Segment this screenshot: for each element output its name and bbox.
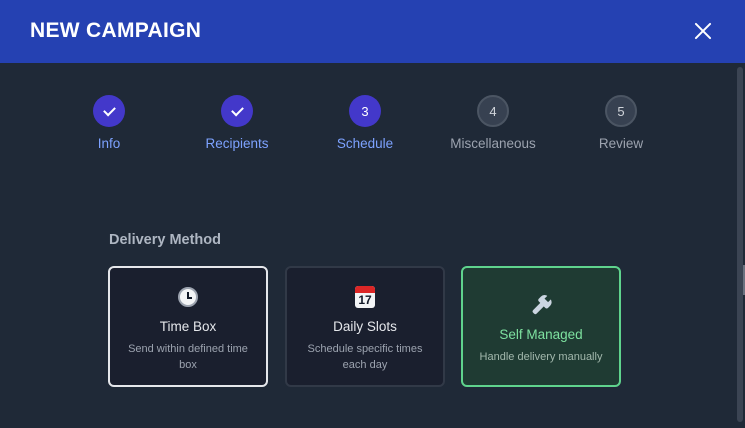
close-icon[interactable] [690,18,716,44]
modal-title: NEW CAMPAIGN [30,19,202,42]
step-label: Recipients [205,136,269,151]
option-description: Send within defined time box [128,343,248,371]
check-icon [230,103,244,116]
step-done-circle [93,95,125,127]
clock-icon [178,287,198,307]
option-daily-slots[interactable]: 17 Daily Slots Schedule specific times e… [285,266,445,387]
step-label: Info [97,136,121,151]
option-self-managed[interactable]: Self Managed Handle delivery manually [461,266,621,387]
delivery-method-heading: Delivery Method [109,232,221,248]
step-number-circle: 5 [605,95,637,127]
step-label: Schedule [336,136,394,151]
step-recipients[interactable]: Recipients [182,95,292,151]
option-time-box[interactable]: Time Box Send within defined time box [108,266,268,387]
option-description: Handle delivery manually [479,351,603,363]
step-info[interactable]: Info [54,95,164,151]
option-description: Schedule specific times each day [307,343,423,371]
step-label: Miscellaneous [450,136,536,151]
option-title: Time Box [159,319,217,334]
scrollbar[interactable] [735,63,745,428]
check-icon [102,103,116,116]
step-miscellaneous[interactable]: 4 Miscellaneous [438,95,548,151]
option-title: Daily Slots [333,319,397,334]
step-number-circle: 4 [477,95,509,127]
step-done-circle [221,95,253,127]
calendar-icon: 17 [355,286,375,308]
step-schedule[interactable]: 3 Schedule [310,95,420,151]
wrench-icon [525,289,556,320]
step-review[interactable]: 5 Review [566,95,676,151]
option-title: Self Managed [499,327,583,342]
scrollbar-thumb[interactable] [737,67,743,422]
step-label: Review [598,136,644,151]
step-number-circle: 3 [349,95,381,127]
modal-header: NEW CAMPAIGN [0,0,745,63]
